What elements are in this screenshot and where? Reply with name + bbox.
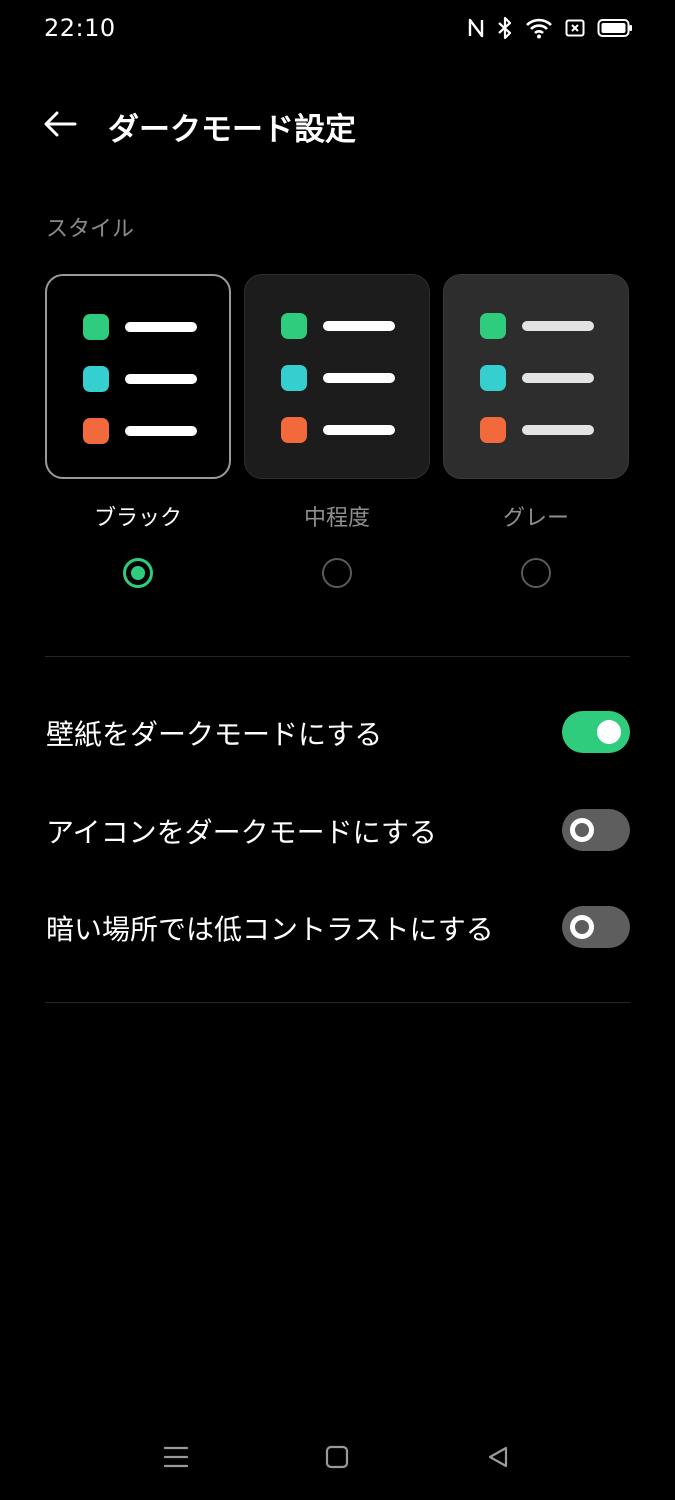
preview-row (281, 365, 401, 391)
section-label-style: スタイル (46, 217, 135, 242)
toggle-dark-wallpaper[interactable] (562, 711, 630, 753)
toggle-low-contrast[interactable] (562, 906, 630, 948)
preview-row (83, 418, 203, 444)
back-triangle-icon (486, 1445, 510, 1473)
preview-row (480, 365, 600, 391)
status-icons (467, 16, 633, 40)
setting-label: 暗い場所では低コントラストにする (46, 913, 494, 946)
header: ダークモード設定 (0, 96, 675, 156)
style-card-medium[interactable] (244, 274, 430, 479)
divider (45, 1002, 630, 1003)
setting-label: アイコンをダークモードにする (46, 816, 437, 849)
status-bar: 22:10 (0, 0, 675, 60)
menu-icon (163, 1445, 189, 1473)
radio-black[interactable] (123, 558, 153, 588)
setting-row-low-contrast: 暗い場所では低コントラストにする (0, 896, 675, 956)
radio-gray[interactable] (521, 558, 551, 588)
toggle-dark-icons[interactable] (562, 809, 630, 851)
nfc-icon (467, 17, 485, 39)
divider (45, 656, 630, 657)
menu-button[interactable] (156, 1442, 196, 1476)
radio-medium[interactable] (322, 558, 352, 588)
home-icon (325, 1445, 349, 1473)
back-button[interactable] (38, 104, 82, 148)
page-title: ダークモード設定 (108, 112, 356, 148)
home-button[interactable] (317, 1442, 357, 1476)
setting-label: 壁紙をダークモードにする (46, 718, 383, 751)
status-time: 22:10 (44, 14, 116, 42)
style-label-gray: グレー (502, 506, 569, 531)
preview-row (281, 313, 401, 339)
preview-row (480, 313, 600, 339)
preview-row (281, 417, 401, 443)
style-label-black: ブラック (93, 506, 182, 531)
setting-row-dark-wallpaper: 壁紙をダークモードにする (0, 701, 675, 761)
wifi-icon (525, 17, 553, 39)
nav-bar (0, 1428, 675, 1488)
arrow-left-icon (43, 110, 77, 142)
preview-row (83, 366, 203, 392)
sim-off-icon (565, 18, 585, 38)
back-nav-button[interactable] (478, 1442, 518, 1476)
style-card-black[interactable] (45, 274, 231, 479)
style-card-gray[interactable] (443, 274, 629, 479)
battery-icon (597, 18, 633, 38)
preview-row (83, 314, 203, 340)
setting-row-dark-icons: アイコンをダークモードにする (0, 799, 675, 859)
style-label-medium: 中程度 (303, 506, 370, 531)
bluetooth-icon (497, 16, 513, 40)
preview-row (480, 417, 600, 443)
